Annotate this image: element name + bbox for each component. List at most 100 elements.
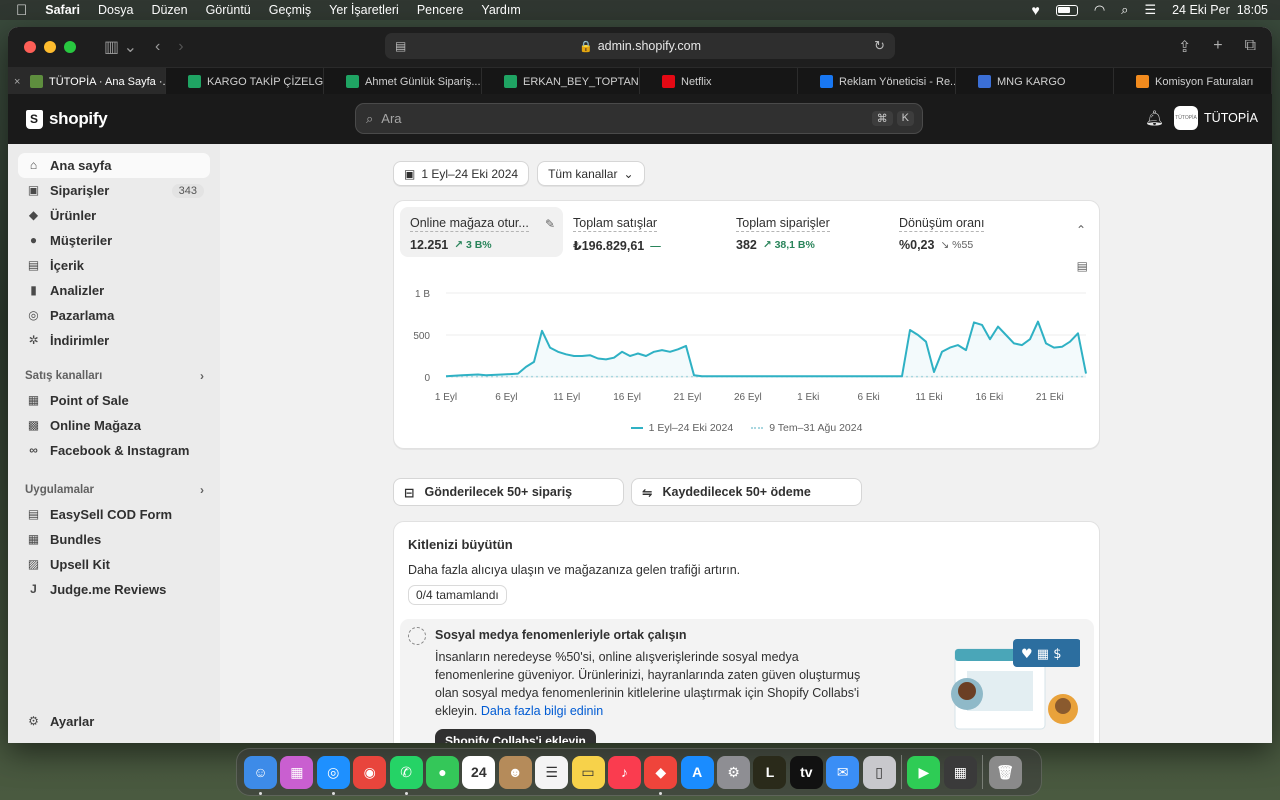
browser-tab[interactable]: × TÜTOPİA · Ana Sayfa ·... (8, 68, 166, 95)
league-icon[interactable]: L (753, 755, 787, 789)
close-tab-icon[interactable]: × (14, 76, 20, 88)
metric-tab[interactable]: Online mağaza otur... ✎ 12.251 ↗ 3 B% (400, 207, 563, 257)
browser-tab[interactable]: Ahmet Günlük Sipariş... (324, 68, 482, 95)
spotlight-icon[interactable]: ⌕ (1121, 2, 1128, 18)
browser-tab[interactable]: Netflix (640, 68, 798, 95)
wifi-icon[interactable]: ◠ (1094, 2, 1105, 18)
browser-tab[interactable]: KARGO TAKİP ÇİZELG... (166, 68, 324, 95)
finder-icon[interactable]: ☺ (244, 755, 277, 795)
menu-app-name[interactable]: Safari (45, 3, 80, 17)
chrome-icon[interactable]: ◉ (353, 755, 387, 789)
sidebar-item-analytics[interactable]: ▮ Analizler (18, 278, 210, 303)
sidebar-item-target[interactable]: ◎ Pazarlama (18, 303, 210, 328)
sidebar-item-home[interactable]: ⌂ Ana sayfa (18, 153, 210, 178)
task-checkbox[interactable] (408, 627, 426, 645)
metric-tab[interactable]: Dönüşüm oranı %0,23 ↘ %55 (889, 207, 1052, 257)
anydesk-icon[interactable]: ◆ (644, 755, 678, 795)
browser-tab[interactable]: ERKAN_BEY_TOPTAN... (482, 68, 640, 95)
menu-help[interactable]: Yardım (481, 3, 520, 17)
mail-icon[interactable]: ✉ (826, 755, 860, 789)
browser-tab[interactable]: MNG KARGO (956, 68, 1114, 95)
channel-filter-button[interactable]: Tüm kanallar ⌄ (537, 161, 645, 186)
app-item-judgeme[interactable]: J Judge.me Reviews (18, 577, 210, 602)
back-icon[interactable]: ‹ (155, 38, 160, 56)
page-menu-icon[interactable]: ▤ (395, 39, 406, 53)
menu-file[interactable]: Dosya (98, 3, 133, 17)
metric-tab[interactable]: Toplam siparişler 382 ↗ 38,1 B% (726, 207, 889, 257)
menu-window[interactable]: Pencere (417, 3, 464, 17)
app-item-easysell[interactable]: ▤ EasySell COD Form (18, 502, 210, 527)
menubar-clock[interactable]: 24 Eki Per 18:05 (1172, 3, 1268, 17)
calendar-icon[interactable]: 24 (462, 755, 496, 789)
chevron-right-icon[interactable]: › (200, 483, 204, 497)
facetime-icon[interactable]: ▶ (907, 755, 941, 789)
close-window-button[interactable] (24, 41, 36, 53)
music-icon[interactable]: ♪ (607, 755, 641, 789)
calculator-icon[interactable]: ▦ (943, 755, 977, 789)
reload-icon[interactable]: ↻ (874, 38, 885, 54)
date-range-button[interactable]: ▣ 1 Eyl–24 Eki 2024 (393, 161, 530, 186)
reminders-icon[interactable]: ☰ (535, 755, 569, 789)
growth-title: Kitlenizi büyütün (408, 537, 513, 552)
zoom-window-button[interactable] (64, 41, 76, 53)
menu-edit[interactable]: Düzen (151, 3, 187, 17)
sidebar-item-settings[interactable]: ⚙ Ayarlar (18, 709, 210, 734)
address-bar[interactable]: ▤ 🔒 admin.shopify.com ↻ (385, 33, 895, 59)
menu-bookmarks[interactable]: Yer İşaretleri (329, 3, 399, 17)
whatsapp-icon[interactable]: ✆ (389, 755, 423, 795)
launchpad-icon[interactable]: ▦ (280, 755, 314, 789)
app-item-bundles[interactable]: ▦ Bundles (18, 527, 210, 552)
browser-tab[interactable]: Reklam Yöneticisi - Re... (798, 68, 956, 95)
learn-more-link[interactable]: Daha fazla bilgi edinin (481, 704, 603, 718)
discount-icon: ✲ (28, 333, 39, 347)
metric-tab[interactable]: Toplam satışlar ₺196.829,61 — (563, 207, 726, 257)
task-title[interactable]: Sosyal medya fenomenleriyle ortak çalışı… (435, 628, 687, 642)
safari-icon[interactable]: ◎ (316, 755, 350, 795)
sidebar-toggle-icon[interactable]: ▥ ⌄ (104, 37, 137, 57)
sidebar-item-orders[interactable]: ▣ Siparişler 343 (18, 178, 210, 203)
browser-tab[interactable]: Komisyon Faturaları (1114, 68, 1272, 95)
apps-heading[interactable]: Uygulamalar › (18, 477, 210, 502)
appstore-icon[interactable]: A (680, 755, 714, 789)
chevron-right-icon[interactable]: › (200, 369, 204, 383)
share-icon[interactable]: ⇪ (1178, 37, 1191, 57)
sidebar-item-discount[interactable]: ✲ İndirimler (18, 328, 210, 353)
control-center-icon[interactable]: ☰ (1144, 2, 1156, 18)
calendar-icon: ▣ (404, 166, 416, 181)
store-menu[interactable]: TÜTOPİA TÜTOPİA (1174, 106, 1258, 130)
payments-to-capture-button[interactable]: ⇋ Kaydedilecek 50+ ödeme (631, 478, 862, 506)
chevron-up-icon[interactable]: ⌃ (1076, 223, 1086, 237)
sidebar-item-image[interactable]: ▤ İçerik (18, 253, 210, 278)
chart-options-icon[interactable]: ▤ (1077, 259, 1088, 273)
trash-icon[interactable]: 🗑 (988, 755, 1022, 789)
appletv-icon[interactable]: tv (789, 755, 823, 789)
channel-item-meta[interactable]: ∞ Facebook & Instagram (18, 438, 210, 463)
minimize-window-button[interactable] (44, 41, 56, 53)
tab-overview-icon[interactable]: ⧉ (1245, 37, 1256, 57)
shopify-logo[interactable]: shopify (26, 109, 108, 129)
orders-to-fulfill-button[interactable]: ⊟ Gönderilecek 50+ sipariş (393, 478, 624, 506)
heart-icon[interactable]: ♥ (1032, 2, 1040, 18)
add-collabs-button[interactable]: Shopify Collabs'i ekleyin (435, 729, 596, 743)
settings-icon[interactable]: ⚙ (717, 755, 751, 789)
battery-icon[interactable] (1055, 4, 1078, 16)
channel-item-store[interactable]: ▩ Online Mağaza (18, 413, 210, 438)
iphone-mirroring-icon[interactable]: ▯ (862, 755, 896, 789)
notes-icon[interactable]: ▭ (571, 755, 605, 789)
new-tab-icon[interactable]: + (1213, 37, 1222, 57)
menu-history[interactable]: Geçmiş (269, 3, 311, 17)
apple-icon[interactable]:  (16, 2, 27, 19)
messages-icon[interactable]: ● (425, 755, 459, 789)
search-input[interactable]: ⌕ Ara ⌘ K (355, 103, 923, 134)
sidebar-item-person[interactable]: ● Müşteriler (18, 228, 210, 253)
app-item-upsell[interactable]: ▨ Upsell Kit (18, 552, 210, 577)
pencil-icon[interactable]: ✎ (545, 217, 555, 231)
forward-icon[interactable]: › (178, 38, 183, 56)
sidebar-item-label: Online Mağaza (50, 418, 142, 433)
sidebar-item-tag[interactable]: ◆ Ürünler (18, 203, 210, 228)
contacts-icon[interactable]: ☻ (498, 755, 532, 789)
sales-channels-heading[interactable]: Satış kanalları › (18, 363, 210, 388)
menu-view[interactable]: Görüntü (206, 3, 251, 17)
channel-item-pos[interactable]: ▦ Point of Sale (18, 388, 210, 413)
notifications-bell-icon[interactable]: 🔔︎ (1145, 109, 1164, 127)
